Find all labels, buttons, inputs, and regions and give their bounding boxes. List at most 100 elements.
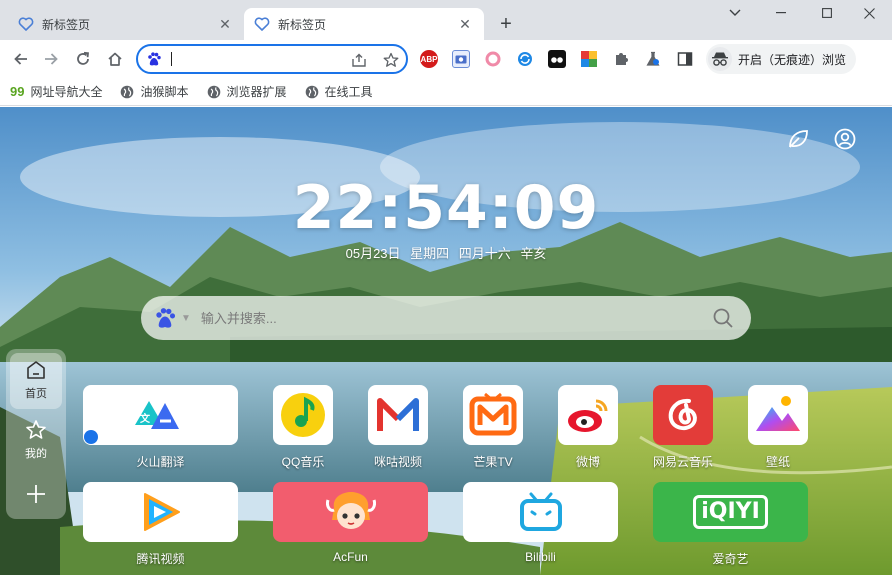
shortcut-label: AcFun bbox=[333, 550, 368, 564]
bookmark-item-extensions[interactable]: 浏览器扩展 bbox=[207, 83, 287, 100]
bookmark-item-nav[interactable]: 99 网址导航大全 bbox=[10, 83, 102, 100]
bookmark-label: 网址导航大全 bbox=[30, 85, 103, 99]
sidebar-item-home[interactable]: 首页 bbox=[10, 353, 62, 409]
bookmark-item-userscripts[interactable]: 油猴脚本 bbox=[120, 83, 189, 100]
incognito-label: 开启（无痕迹）浏览 bbox=[738, 52, 847, 67]
wallpaper-icon bbox=[756, 395, 800, 435]
shortcut-label: 咪咕视频 bbox=[373, 455, 422, 469]
bilibili-icon bbox=[519, 492, 562, 531]
tencent-video-icon bbox=[143, 493, 180, 531]
shortcut-label: QQ音乐 bbox=[281, 455, 325, 469]
mango-tv-icon bbox=[469, 392, 517, 436]
sidebar-item-mine[interactable]: 我的 bbox=[10, 419, 62, 461]
shortcut-label: 网易云音乐 bbox=[652, 455, 713, 469]
tab-title: 新标签页 bbox=[42, 17, 91, 32]
screenshot-extension-icon[interactable] bbox=[452, 50, 470, 68]
globe-icon bbox=[305, 85, 319, 99]
baidu-paw-icon[interactable] bbox=[153, 306, 177, 330]
heart-icon bbox=[254, 16, 270, 32]
tab-new-tab-1[interactable]: 新标签页 ✕ bbox=[8, 8, 244, 40]
incognito-button[interactable]: 开启（无痕迹）浏览 bbox=[706, 44, 856, 74]
maximize-button[interactable] bbox=[804, 0, 850, 26]
bookmark-label: 在线工具 bbox=[324, 85, 373, 99]
globe-icon bbox=[120, 85, 134, 99]
sync-extension-icon[interactable] bbox=[516, 50, 534, 68]
acfun-icon bbox=[325, 492, 376, 529]
shortcut-label: 火山翻译 bbox=[136, 455, 185, 469]
close-icon[interactable]: ✕ bbox=[456, 15, 474, 33]
shortcut-wallpaper[interactable] bbox=[748, 385, 808, 445]
bookmark-star-icon[interactable] bbox=[382, 51, 400, 69]
migu-video-icon bbox=[377, 398, 419, 431]
arrow-right-icon bbox=[45, 53, 58, 65]
close-icon[interactable]: ✕ bbox=[216, 15, 234, 33]
plus-icon bbox=[27, 485, 45, 503]
star-icon bbox=[26, 420, 46, 439]
tab-new-tab-2[interactable]: 新标签页 ✕ bbox=[244, 8, 484, 40]
sidebar-item-label: 首页 bbox=[25, 388, 47, 400]
toolbar: ABP 开启（无痕迹）浏览 bbox=[0, 40, 892, 78]
shortcut-label: 微博 bbox=[575, 455, 600, 469]
text-cursor bbox=[171, 52, 172, 66]
shortcut-weibo[interactable] bbox=[558, 385, 618, 445]
minimize-button[interactable] bbox=[758, 0, 804, 26]
address-bar[interactable] bbox=[136, 44, 408, 74]
new-tab-button[interactable]: + bbox=[494, 12, 518, 36]
search-box[interactable]: ▼ bbox=[141, 296, 751, 340]
qq-music-icon bbox=[281, 393, 325, 437]
shortcut-qq-music[interactable] bbox=[273, 385, 333, 445]
shortcut-volcano-translate[interactable]: 文 bbox=[83, 385, 238, 445]
address-input[interactable] bbox=[170, 50, 340, 68]
shortcut-mango-tv[interactable] bbox=[463, 385, 523, 445]
shortcut-acfun[interactable] bbox=[273, 482, 428, 542]
svg-text:文: 文 bbox=[140, 412, 151, 425]
link-badge-icon bbox=[84, 430, 98, 444]
iqiyi-icon: iQIYI bbox=[693, 495, 768, 529]
reload-icon bbox=[77, 51, 89, 65]
globe-icon bbox=[207, 85, 221, 99]
99-icon: 99 bbox=[10, 84, 25, 99]
search-input[interactable] bbox=[200, 305, 711, 331]
heart-icon bbox=[18, 16, 34, 32]
weibo-icon bbox=[568, 399, 608, 432]
home-icon bbox=[108, 52, 122, 66]
leaf-icon[interactable] bbox=[786, 127, 810, 151]
shortcut-tencent-video[interactable] bbox=[83, 482, 238, 542]
ring-extension-icon[interactable] bbox=[484, 50, 502, 68]
bookmark-label: 浏览器扩展 bbox=[226, 85, 287, 99]
puzzle-extensions-icon[interactable] bbox=[612, 50, 630, 68]
close-window-button[interactable] bbox=[846, 0, 892, 26]
shortcut-label: 腾讯视频 bbox=[136, 552, 185, 566]
sidebar-item-label: 我的 bbox=[25, 448, 47, 460]
home-button[interactable] bbox=[102, 46, 128, 72]
forward-button[interactable] bbox=[38, 46, 64, 72]
back-button[interactable] bbox=[8, 46, 34, 72]
clock: 22:54:09 bbox=[292, 173, 600, 243]
tab-search-chevron-icon[interactable] bbox=[712, 0, 758, 26]
tab-strip: 新标签页 ✕ 新标签页 ✕ + bbox=[0, 0, 892, 40]
adblock-plus-extension-icon[interactable]: ABP bbox=[420, 50, 438, 68]
new-tab-page: 22:54:09 05月23日 星期四 四月十六 辛亥 ▼ 首页 我的 bbox=[0, 107, 892, 575]
date-line: 05月23日 星期四 四月十六 辛亥 bbox=[345, 246, 547, 261]
shortcut-iqiyi[interactable]: iQIYI bbox=[653, 482, 808, 542]
color-grid-extension-icon[interactable] bbox=[580, 50, 598, 68]
reload-button[interactable] bbox=[70, 46, 96, 72]
shortcut-bilibili[interactable] bbox=[463, 482, 618, 542]
shortcut-label: Bilibili bbox=[525, 550, 556, 564]
incognito-icon bbox=[708, 47, 732, 71]
baidu-paw-icon bbox=[148, 52, 161, 66]
bookmark-label: 油猴脚本 bbox=[140, 85, 189, 99]
user-profile-icon[interactable] bbox=[833, 127, 857, 151]
shortcut-netease-music[interactable] bbox=[653, 385, 713, 445]
flask-extension-icon[interactable] bbox=[644, 50, 662, 68]
sidebar: 首页 我的 bbox=[6, 349, 66, 519]
share-icon[interactable] bbox=[350, 51, 368, 69]
tampermonkey-extension-icon[interactable] bbox=[548, 50, 566, 68]
netease-music-icon bbox=[668, 398, 697, 431]
bookmark-item-online-tools[interactable]: 在线工具 bbox=[305, 83, 373, 100]
engine-dropdown-icon[interactable]: ▼ bbox=[181, 313, 191, 324]
shortcut-migu-video[interactable] bbox=[368, 385, 428, 445]
side-panel-icon[interactable] bbox=[676, 50, 694, 68]
search-icon[interactable] bbox=[711, 306, 735, 330]
sidebar-add-button[interactable] bbox=[10, 483, 62, 509]
